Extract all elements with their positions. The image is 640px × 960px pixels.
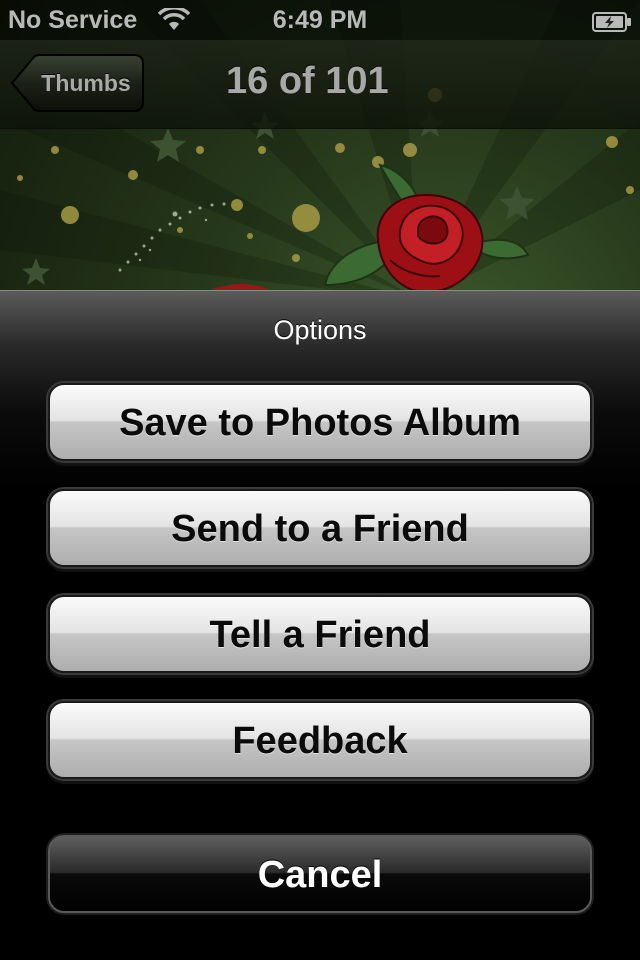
cancel-button[interactable]: Cancel <box>48 835 592 913</box>
screen: No Service 6:49 PM Thumbs 16 of 101 Opti… <box>0 0 640 960</box>
photo-counter-title: 16 of 101 <box>226 60 389 102</box>
nav-bar: Thumbs 16 of 101 <box>0 40 640 129</box>
back-button-label: Thumbs <box>41 70 131 96</box>
back-button[interactable]: Thumbs <box>10 54 144 112</box>
save-to-photos-album-button[interactable]: Save to Photos Album <box>48 383 592 461</box>
action-sheet-title: Options <box>273 315 367 345</box>
battery-charging-icon <box>592 10 632 32</box>
status-time: 6:49 PM <box>272 6 368 34</box>
status-bar: No Service 6:49 PM <box>0 0 640 40</box>
tell-a-friend-button[interactable]: Tell a Friend <box>48 595 592 673</box>
action-sheet: Options Save to Photos Album Send to a F… <box>0 290 640 960</box>
feedback-button[interactable]: Feedback <box>48 701 592 779</box>
send-to-a-friend-button[interactable]: Send to a Friend <box>48 489 592 567</box>
